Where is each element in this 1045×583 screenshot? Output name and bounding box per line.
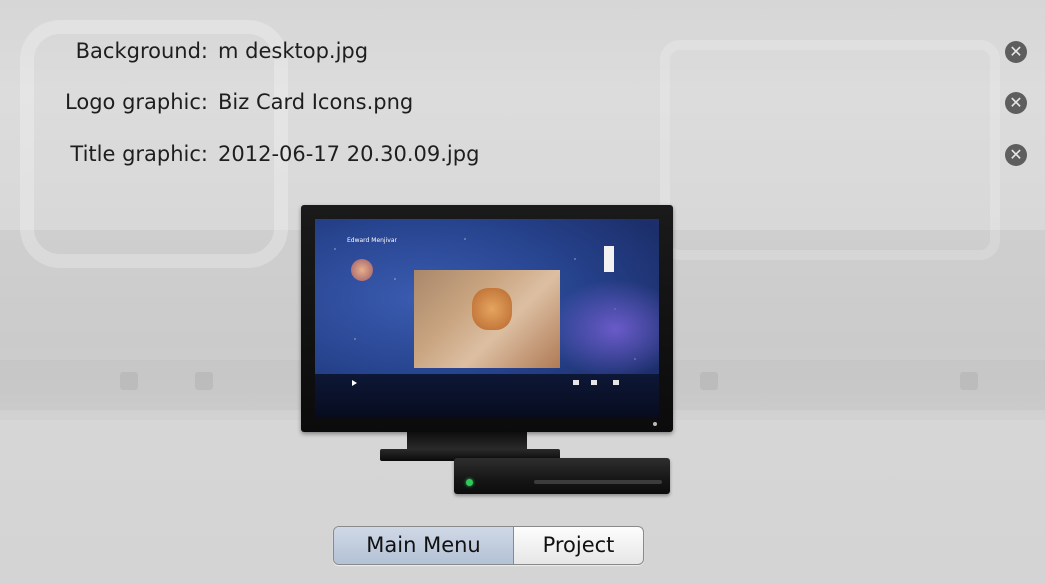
menu-controls-bar [315, 374, 659, 417]
ghost-icon [195, 372, 213, 390]
chapters-icon [613, 380, 619, 385]
field-row-logo-graphic: Logo graphic: Biz Card Icons.png ✕ [0, 88, 1045, 118]
ghost-icon [700, 372, 718, 390]
menu-preview-screen: Edward Menjivar [315, 219, 659, 417]
ghost-icon [960, 372, 978, 390]
kitten-image [472, 288, 512, 330]
segment-main-menu[interactable]: Main Menu [334, 527, 514, 564]
scenes-icon [573, 380, 579, 385]
field-label: Title graphic: [70, 142, 208, 166]
view-segmented-control: Main Menu Project [333, 526, 644, 565]
ghost-icon [120, 372, 138, 390]
x-circle-icon[interactable]: ✕ [1005, 41, 1027, 63]
x-circle-icon[interactable]: ✕ [1005, 92, 1027, 114]
segment-project[interactable]: Project [514, 527, 643, 564]
field-value: 2012-06-17 20.30.09.jpg [218, 142, 480, 166]
field-row-background: Background: m desktop.jpg ✕ [0, 37, 1045, 67]
power-led-icon [466, 479, 473, 486]
setup-icon [591, 380, 597, 385]
menu-logo-icon [604, 246, 614, 272]
menu-logo-graphic [351, 259, 373, 281]
field-label: Background: [75, 39, 208, 63]
menu-title-graphic: Edward Menjivar [347, 237, 397, 244]
field-label: Logo graphic: [65, 90, 208, 114]
video-thumbnail [414, 270, 560, 368]
dvd-player [454, 458, 670, 494]
field-value: m desktop.jpg [218, 39, 369, 63]
play-icon [352, 380, 357, 386]
power-light-icon [653, 422, 657, 426]
tv-stand-neck [407, 432, 527, 450]
field-value: Biz Card Icons.png [218, 90, 414, 114]
disc-slot [534, 480, 662, 484]
x-circle-icon[interactable]: ✕ [1005, 144, 1027, 166]
nebula-glow [545, 279, 659, 379]
field-row-title-graphic: Title graphic: 2012-06-17 20.30.09.jpg ✕ [0, 140, 1045, 170]
tv-preview: Edward Menjivar [301, 205, 673, 432]
